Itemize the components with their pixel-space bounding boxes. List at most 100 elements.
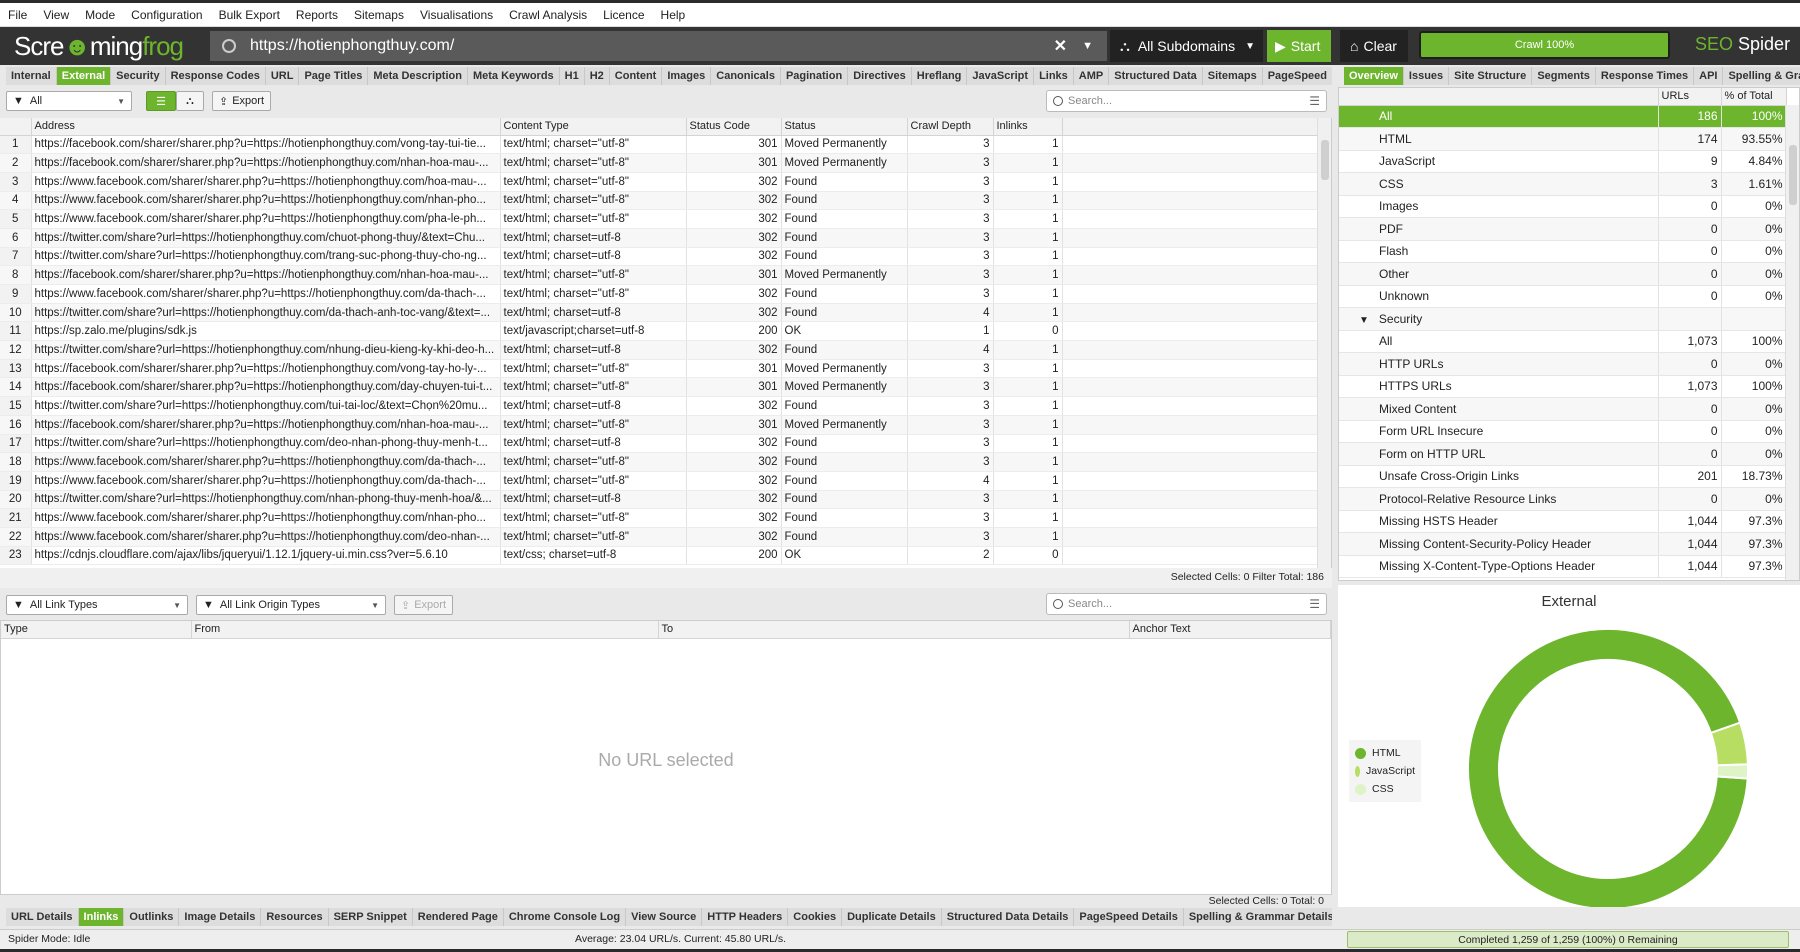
tab-amp[interactable]: AMP [1073, 67, 1110, 85]
overview-row-all[interactable]: All 1,073 100% [1339, 330, 1787, 353]
clear-url-icon[interactable]: ✕ [1054, 36, 1067, 56]
link-origin-dropdown[interactable]: ▼ All Link Origin Types ▼ [196, 595, 386, 615]
tab-javascript[interactable]: JavaScript [967, 67, 1035, 85]
overview-scrollbar[interactable] [1785, 105, 1799, 580]
tab-overview[interactable]: Overview [1344, 67, 1404, 85]
table-row[interactable]: 6 https://twitter.com/share?url=https://h… [0, 228, 1318, 248]
menu-view[interactable]: View [43, 8, 69, 22]
overview-row-flash[interactable]: Flash 0 0% [1339, 240, 1787, 263]
table-row[interactable]: 14 https://facebook.com/sharer/sharer.php… [0, 377, 1318, 398]
tab-internal[interactable]: Internal [6, 67, 57, 85]
overview-row-mixed-content[interactable]: Mixed Content 0 0% [1339, 397, 1787, 421]
menu-file[interactable]: File [8, 8, 27, 22]
tab-chrome-console-log[interactable]: Chrome Console Log [503, 908, 627, 926]
tab-duplicate-details[interactable]: Duplicate Details [842, 908, 942, 926]
overview-row-form-url-insecure[interactable]: Form URL Insecure 0 0% [1339, 420, 1787, 443]
tab-resources[interactable]: Resources [261, 908, 329, 926]
tab-structured-data-details[interactable]: Structured Data Details [941, 908, 1075, 926]
table-row[interactable]: 12 https://twitter.com/share?url=https://… [0, 340, 1318, 360]
table-row[interactable]: 10 https://twitter.com/share?url=https://… [0, 303, 1318, 323]
tab-structured-data[interactable]: Structured Data [1109, 67, 1203, 85]
clear-button[interactable]: ⌂ Clear [1340, 30, 1408, 62]
tab-url-details[interactable]: URL Details [6, 908, 79, 926]
start-button[interactable]: ▶ Start [1267, 30, 1331, 62]
column-header-from[interactable]: From [191, 621, 659, 639]
tab-content[interactable]: Content [609, 67, 663, 85]
menu-reports[interactable]: Reports [296, 8, 338, 22]
menu-sitemaps[interactable]: Sitemaps [354, 8, 404, 22]
table-row[interactable]: 13 https://facebook.com/sharer/sharer.php… [0, 359, 1318, 379]
link-types-dropdown[interactable]: ▼ All Link Types ▼ [6, 595, 188, 615]
column-header-status[interactable]: Status [781, 118, 908, 136]
table-row[interactable]: 18 https://www.facebook.com/sharer/sharer… [0, 452, 1318, 472]
tab-inlinks[interactable]: Inlinks [78, 908, 125, 926]
column-header-anchor-text[interactable]: Anchor Text [1129, 621, 1331, 639]
url-input[interactable]: https://hotienphongthuy.com/ ✕ ▼ [210, 31, 1107, 61]
lower-search-input[interactable]: Search... ☰ [1046, 593, 1327, 615]
url-history-dropdown-icon[interactable]: ▼ [1082, 40, 1093, 52]
tab-cookies[interactable]: Cookies [788, 908, 843, 926]
tab-site-structure[interactable]: Site Structure [1449, 67, 1533, 85]
search-options-icon[interactable]: ☰ [1309, 597, 1320, 611]
tab-response-times[interactable]: Response Times [1595, 67, 1695, 85]
overview-row-https-urls[interactable]: HTTPS URLs 1,073 100% [1339, 375, 1787, 398]
overview-row-missing-hsts-header[interactable]: Missing HSTS Header 1,044 97.3% [1339, 510, 1787, 533]
table-row[interactable]: 8 https://facebook.com/sharer/sharer.php?… [0, 265, 1318, 285]
table-row[interactable]: 2 https://facebook.com/sharer/sharer.php?… [0, 153, 1318, 173]
tab-canonicals[interactable]: Canonicals [711, 67, 781, 85]
overview-row-css[interactable]: CSS 3 1.61% [1339, 172, 1787, 196]
tab-rendered-page[interactable]: Rendered Page [412, 908, 504, 926]
scrollbar-thumb[interactable] [1321, 140, 1329, 180]
tab-pagespeed[interactable]: PageSpeed [1262, 67, 1332, 85]
tab-issues[interactable]: Issues [1403, 67, 1450, 85]
column-header-address[interactable]: Address [31, 118, 501, 136]
lower-export-button[interactable]: ⇪ Export [394, 595, 454, 615]
tab-http-headers[interactable]: HTTP Headers [702, 908, 789, 926]
column-header-to[interactable]: To [658, 621, 1130, 639]
tab-serp-snippet[interactable]: SERP Snippet [328, 908, 413, 926]
tab-url[interactable]: URL [265, 67, 300, 85]
subdomains-dropdown[interactable]: ⛬ All Subdomains ▼ [1110, 30, 1263, 62]
tab-security[interactable]: Security [111, 67, 166, 85]
overview-column-urls[interactable]: URLs [1658, 88, 1722, 106]
menu-licence[interactable]: Licence [603, 8, 644, 22]
menu-configuration[interactable]: Configuration [131, 8, 202, 22]
overview-row-form-on-http-url[interactable]: Form on HTTP URL 0 0% [1339, 442, 1787, 466]
overview-row-pdf[interactable]: PDF 0 0% [1339, 217, 1787, 241]
tab-segments[interactable]: Segments [1532, 67, 1596, 85]
table-row[interactable]: 19 https://www.facebook.com/sharer/sharer… [0, 471, 1318, 491]
table-row[interactable]: 11 https://sp.zalo.me/plugins/sdk.js text/… [0, 321, 1318, 342]
tab-pagespeed-details[interactable]: PageSpeed Details [1074, 908, 1184, 926]
tab-outlinks[interactable]: Outlinks [124, 908, 180, 926]
overview-row-http-urls[interactable]: HTTP URLs 0 0% [1339, 352, 1787, 376]
tree-view-button[interactable]: ⛬ [176, 91, 204, 111]
table-row[interactable]: 17 https://twitter.com/share?url=https://… [0, 434, 1318, 454]
export-button[interactable]: ⇪ Export [212, 91, 272, 111]
column-header-inlinks[interactable]: Inlinks [993, 118, 1063, 136]
tab-sitemaps[interactable]: Sitemaps [1202, 67, 1263, 85]
tab-pagination[interactable]: Pagination [780, 67, 849, 85]
tab-meta-description[interactable]: Meta Description [368, 67, 468, 85]
table-row[interactable]: 20 https://twitter.com/share?url=https://… [0, 490, 1318, 510]
column-header-content-type[interactable]: Content Type [500, 118, 687, 136]
scrollbar-thumb[interactable] [1789, 145, 1797, 205]
filter-dropdown[interactable]: ▼ All ▼ [6, 91, 132, 111]
search-input[interactable]: Search... ☰ [1046, 90, 1327, 112]
menu-visualisations[interactable]: Visualisations [420, 8, 493, 22]
menu-help[interactable]: Help [661, 8, 686, 22]
tab-h2[interactable]: H2 [584, 67, 610, 85]
menu-crawl-analysis[interactable]: Crawl Analysis [509, 8, 587, 22]
tab-spelling-grammar-details[interactable]: Spelling & Grammar Details [1183, 908, 1332, 926]
tab-image-details[interactable]: Image Details [179, 908, 262, 926]
column-header-type[interactable]: Type [1, 621, 192, 639]
overview-row-javascript[interactable]: JavaScript 9 4.84% [1339, 150, 1787, 173]
table-row[interactable]: 21 https://www.facebook.com/sharer/sharer… [0, 508, 1318, 528]
tab-external[interactable]: External [56, 67, 112, 85]
overview-row-missing-x-content-type-options-header[interactable]: Missing X-Content-Type-Options Header 1,0… [1339, 555, 1787, 578]
menu-mode[interactable]: Mode [85, 8, 115, 22]
overview-row-unsafe-cross-origin-links[interactable]: Unsafe Cross-Origin Links 201 18.73% [1339, 465, 1787, 488]
tab-page-titles[interactable]: Page Titles [299, 67, 369, 85]
table-row[interactable]: 16 https://facebook.com/sharer/sharer.php… [0, 415, 1318, 435]
tab-api[interactable]: API [1694, 67, 1724, 85]
table-row[interactable]: 4 https://www.facebook.com/sharer/sharer.… [0, 191, 1318, 211]
